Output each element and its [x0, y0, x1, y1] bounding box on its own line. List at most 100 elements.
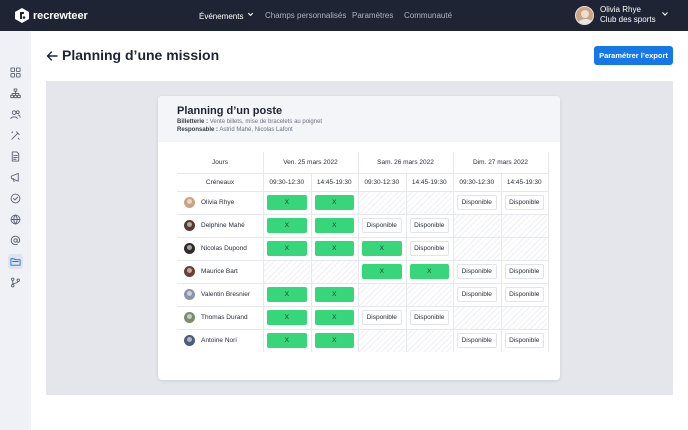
export-settings-button[interactable]: Paramétrer l’export	[594, 46, 673, 65]
unavailable-cell	[501, 238, 547, 260]
billetterie-value: Vente billets, mise de bracelets au poig…	[209, 119, 323, 125]
nav-item-3[interactable]: Communauté	[404, 11, 452, 20]
unavailable-cell	[454, 307, 500, 329]
volunteer-row: Delphine Mahé	[184, 214, 263, 237]
nav-item-label: Champs personnalisés	[265, 11, 347, 20]
creneaux-header: Créneaux	[205, 178, 235, 186]
card-header: Planning d’un poste Billetterie : Vente …	[158, 96, 560, 142]
megaphone-icon	[10, 172, 19, 183]
grid-line	[177, 260, 548, 261]
grid-line	[263, 152, 264, 352]
grid-line	[177, 237, 548, 238]
volunteer-row: Nicolas Dupond	[184, 237, 263, 260]
user-menu[interactable]: Olivia Rhye Club des sports	[575, 5, 668, 25]
available-slot[interactable]: Disponible	[409, 310, 449, 325]
assigned-slot[interactable]: X	[267, 333, 307, 348]
nav-item-label: Paramètres	[352, 11, 394, 20]
assigned-slot[interactable]: X	[314, 310, 354, 325]
unavailable-cell	[454, 238, 500, 260]
grid-line	[177, 191, 548, 192]
volunteer-name: Thomas Durand	[201, 314, 248, 321]
assigned-slot[interactable]: X	[267, 218, 307, 233]
user-avatar	[575, 5, 594, 25]
unavailable-cell	[501, 307, 547, 329]
billetterie-label: Billetterie :	[177, 119, 209, 125]
unavailable-cell	[359, 330, 405, 352]
sidebar-item-users[interactable]	[8, 107, 23, 122]
available-slot[interactable]: Disponible	[457, 287, 497, 302]
magic-tools-icon	[11, 131, 20, 140]
volunteer-name: Nicolas Dupond	[201, 245, 247, 252]
check-circle-icon	[10, 193, 21, 204]
available-slot[interactable]: Disponible	[504, 287, 544, 302]
assigned-slot[interactable]: X	[362, 264, 402, 279]
available-slot[interactable]: Disponible	[457, 333, 497, 348]
unavailable-cell	[406, 192, 452, 214]
slot-header: 09:30-12:30	[269, 178, 305, 186]
unavailable-cell	[454, 215, 500, 237]
grid-line	[177, 283, 548, 284]
sidebar-item-globe[interactable]	[8, 212, 23, 227]
assigned-slot[interactable]: X	[314, 241, 354, 256]
nav-item-0[interactable]: Événements	[199, 11, 254, 21]
responsable-value: Astrid Mahé, Nicolas Lafont	[219, 127, 293, 133]
nav-item-2[interactable]: Paramètres	[352, 11, 393, 20]
available-slot[interactable]: Disponible	[362, 218, 402, 233]
avatar	[184, 266, 195, 277]
volunteer-name: Antoine Nori	[201, 337, 237, 344]
top-bar: recrewteer Événements Champs personnalisé…	[0, 0, 688, 31]
assigned-slot[interactable]: X	[314, 218, 354, 233]
unavailable-cell	[501, 215, 547, 237]
slot-header: 09:30-12:30	[364, 178, 400, 186]
chevron-down-icon[interactable]	[661, 10, 669, 18]
volunteer-row: Olivia Rhye	[184, 191, 263, 214]
slot-header: 09:30-12:30	[459, 178, 495, 186]
available-slot[interactable]: Disponible	[504, 333, 544, 348]
dashboard-icon	[10, 67, 21, 78]
grid-line	[500, 173, 502, 352]
avatar	[184, 312, 195, 323]
sidebar-item-document[interactable]	[8, 149, 23, 164]
sidebar-item-megaphone[interactable]	[8, 170, 23, 185]
assigned-slot[interactable]: X	[267, 287, 307, 302]
available-slot[interactable]: Disponible	[457, 195, 497, 210]
assigned-slot[interactable]: X	[267, 241, 307, 256]
available-slot[interactable]: Disponible	[409, 241, 449, 256]
available-slot[interactable]: Disponible	[409, 218, 449, 233]
assigned-slot[interactable]: X	[314, 333, 354, 348]
nav-item-label: Communauté	[404, 11, 453, 20]
grid-line	[548, 152, 549, 352]
assigned-slot[interactable]: X	[314, 287, 354, 302]
grid-line	[177, 329, 548, 330]
available-slot[interactable]: Disponible	[504, 195, 544, 210]
available-slot[interactable]: Disponible	[457, 264, 497, 279]
responsable-label: Responsable :	[177, 127, 219, 133]
sidebar-item-git-branch[interactable]	[8, 275, 23, 290]
available-slot[interactable]: Disponible	[504, 264, 544, 279]
day-header: Dim. 27 mars 2022	[473, 159, 528, 166]
unavailable-cell	[406, 330, 452, 352]
sidebar-item-at-sign[interactable]	[8, 233, 23, 248]
sidebar-item-dashboard[interactable]	[8, 65, 23, 80]
unavailable-cell	[264, 261, 310, 283]
assigned-slot[interactable]: X	[409, 264, 449, 279]
nav-item-label: Événements	[199, 12, 244, 21]
avatar	[184, 220, 195, 231]
globe-icon	[10, 214, 21, 225]
assigned-slot[interactable]: X	[314, 195, 354, 210]
sidebar-item-check-circle[interactable]	[8, 191, 23, 206]
volunteer-row: Antoine Nori	[184, 329, 263, 352]
sidebar-item-org-chart[interactable]	[8, 86, 23, 101]
assigned-slot[interactable]: X	[267, 310, 307, 325]
unavailable-cell	[359, 284, 405, 306]
nav-item-1[interactable]: Champs personnalisés	[265, 11, 346, 20]
grid-line	[453, 152, 454, 352]
sidebar-item-magic-tools[interactable]	[8, 128, 23, 143]
assigned-slot[interactable]: X	[267, 195, 307, 210]
grid-line	[310, 173, 312, 352]
sidebar-item-folder[interactable]	[8, 254, 23, 269]
available-slot[interactable]: Disponible	[362, 310, 402, 325]
assigned-slot[interactable]: X	[362, 241, 402, 256]
back-arrow-icon[interactable]	[45, 49, 59, 63]
brand[interactable]: recrewteer	[15, 8, 88, 23]
